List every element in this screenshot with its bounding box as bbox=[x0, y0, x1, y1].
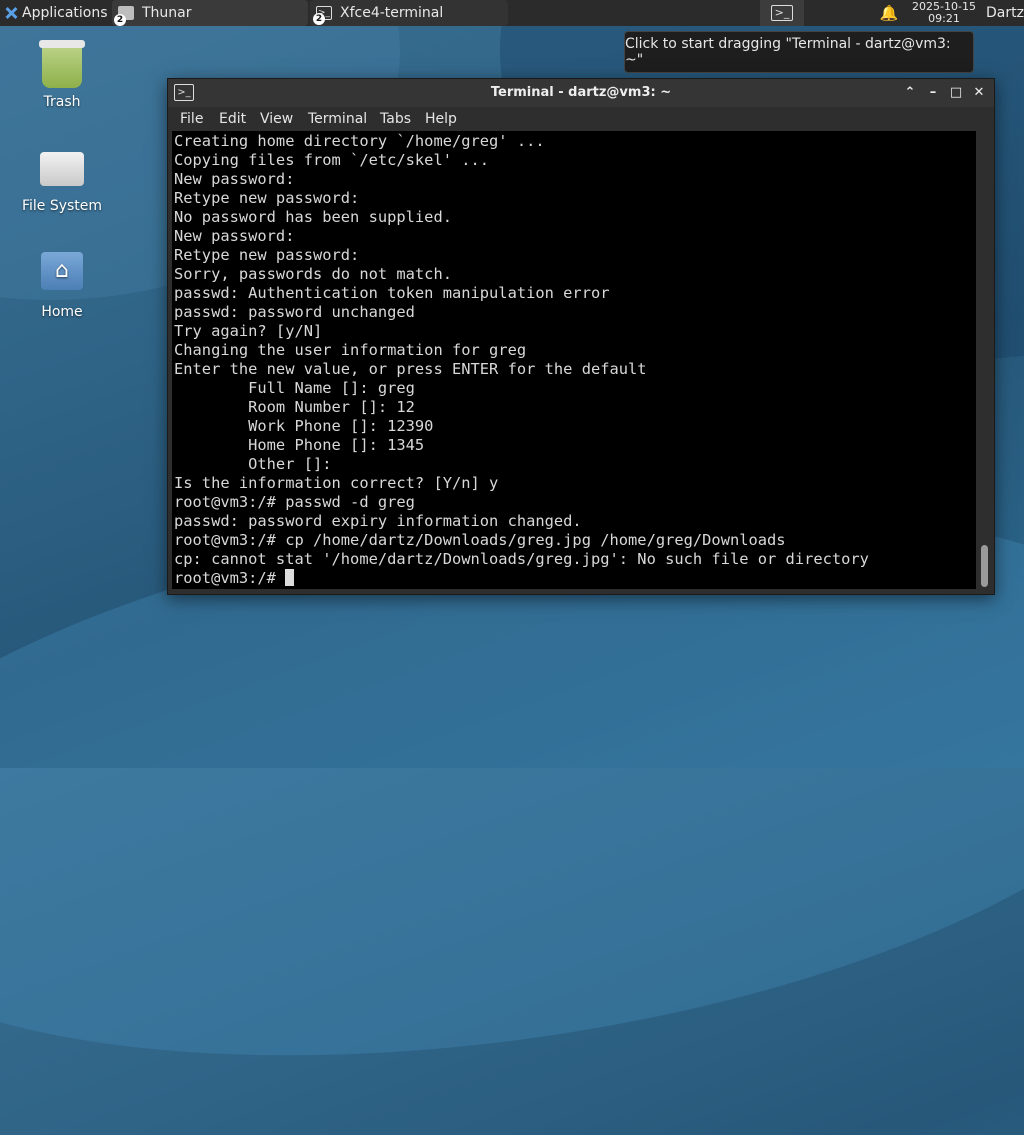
terminal-line: No password has been supplied. bbox=[174, 208, 452, 226]
menu-view[interactable]: View bbox=[260, 107, 293, 131]
window-count-badge: 2 bbox=[313, 13, 325, 25]
terminal-launcher-button[interactable]: >_ bbox=[760, 0, 804, 26]
menu-help[interactable]: Help bbox=[425, 107, 457, 131]
terminal-line: Full Name []: greg bbox=[248, 379, 415, 397]
terminal-line: Work Phone []: 12390 bbox=[248, 417, 434, 435]
clock-time: 09:21 bbox=[928, 12, 960, 25]
terminal-line: passwd: password unchanged bbox=[174, 303, 415, 321]
terminal-line: New password: bbox=[174, 170, 295, 188]
shade-button[interactable]: ⌃ bbox=[900, 83, 920, 103]
terminal-line: Try again? [y/N] bbox=[174, 322, 323, 340]
terminal-line: Copying files from `/etc/skel' ... bbox=[174, 151, 490, 169]
top-panel: Applications 2 Thunar >_ 2 Xfce4-terminal… bbox=[0, 0, 1024, 26]
window-title: Terminal - dartz@vm3: ~ bbox=[490, 85, 672, 100]
close-button[interactable]: ✕ bbox=[969, 83, 989, 103]
scrollbar-thumb[interactable] bbox=[981, 545, 988, 587]
folder-icon: 2 bbox=[114, 6, 134, 26]
terminal-prompt: root@vm3:/# bbox=[174, 569, 286, 587]
taskbar-item-terminal[interactable]: >_ 2 Xfce4-terminal bbox=[310, 0, 508, 26]
terminal-cursor bbox=[285, 569, 295, 586]
terminal-window[interactable]: >_ Terminal - dartz@vm3: ~ ⌃ – □ ✕ File … bbox=[167, 78, 995, 595]
desktop-icon-trash[interactable]: Trash bbox=[2, 40, 122, 110]
terminal-line: Retype new password: bbox=[174, 189, 360, 207]
terminal-line: Home Phone []: 1345 bbox=[248, 436, 425, 454]
terminal-line: cp: cannot stat '/home/dartz/Downloads/g… bbox=[174, 550, 869, 568]
window-titlebar[interactable]: >_ Terminal - dartz@vm3: ~ ⌃ – □ ✕ bbox=[168, 79, 994, 107]
menu-edit[interactable]: Edit bbox=[219, 107, 246, 131]
window-count-badge: 2 bbox=[114, 14, 126, 26]
terminal-line: Is the information correct? [Y/n] y bbox=[174, 474, 499, 492]
drive-icon bbox=[40, 152, 84, 186]
applications-menu-button[interactable]: Applications bbox=[0, 0, 112, 26]
terminal-line: Enter the new value, or press ENTER for … bbox=[174, 360, 647, 378]
menu-bar: File Edit View Terminal Tabs Help bbox=[168, 107, 994, 131]
desktop-icon-label: Trash bbox=[43, 94, 81, 110]
terminal-line: passwd: Authentication token manipulatio… bbox=[174, 284, 610, 302]
drag-tooltip: Click to start dragging "Terminal - dart… bbox=[624, 31, 974, 73]
terminal-line: Room Number []: 12 bbox=[248, 398, 415, 416]
terminal-scrollbar[interactable] bbox=[978, 131, 992, 589]
desktop-icon-home[interactable]: Home bbox=[2, 252, 122, 320]
taskbar-item-thunar[interactable]: 2 Thunar bbox=[112, 0, 308, 26]
terminal-output[interactable]: Creating home directory `/home/greg' ...… bbox=[172, 131, 976, 589]
terminal-line: passwd: password expiry information chan… bbox=[174, 512, 582, 530]
user-menu[interactable]: Dartz bbox=[986, 0, 1024, 26]
terminal-line: Sorry, passwords do not match. bbox=[174, 265, 452, 283]
terminal-line: root@vm3:/# passwd -d greg bbox=[174, 493, 415, 511]
terminal-icon: >_ 2 bbox=[313, 6, 332, 25]
desktop-icon-file-system[interactable]: File System bbox=[2, 146, 122, 214]
taskbar-item-label: Xfce4-terminal bbox=[340, 5, 444, 21]
terminal-icon: >_ bbox=[771, 5, 793, 21]
terminal-line: Retype new password: bbox=[174, 246, 360, 264]
trash-icon bbox=[39, 40, 85, 88]
notification-bell-icon[interactable]: 🔔 bbox=[878, 0, 900, 26]
desktop-icon-label: Home bbox=[41, 304, 83, 320]
terminal-line: Creating home directory `/home/greg' ... bbox=[174, 132, 545, 150]
terminal-line: Changing the user information for greg bbox=[174, 341, 527, 359]
menu-file[interactable]: File bbox=[180, 107, 203, 131]
desktop-icon-label: File System bbox=[21, 198, 103, 214]
menu-tabs[interactable]: Tabs bbox=[380, 107, 411, 131]
clock[interactable]: 2025-10-15 09:21 bbox=[910, 0, 978, 26]
maximize-button[interactable]: □ bbox=[946, 83, 966, 103]
applications-label: Applications bbox=[22, 5, 108, 21]
taskbar-item-label: Thunar bbox=[142, 5, 192, 21]
minimize-button[interactable]: – bbox=[923, 83, 943, 103]
home-folder-icon bbox=[41, 252, 83, 290]
terminal-line: root@vm3:/# cp /home/dartz/Downloads/gre… bbox=[174, 531, 786, 549]
terminal-text: Creating home directory `/home/greg' ...… bbox=[172, 131, 976, 588]
menu-terminal[interactable]: Terminal bbox=[308, 107, 367, 131]
terminal-line: Other []: bbox=[248, 455, 332, 473]
terminal-line: New password: bbox=[174, 227, 295, 245]
xfce-logo-icon bbox=[4, 6, 18, 20]
